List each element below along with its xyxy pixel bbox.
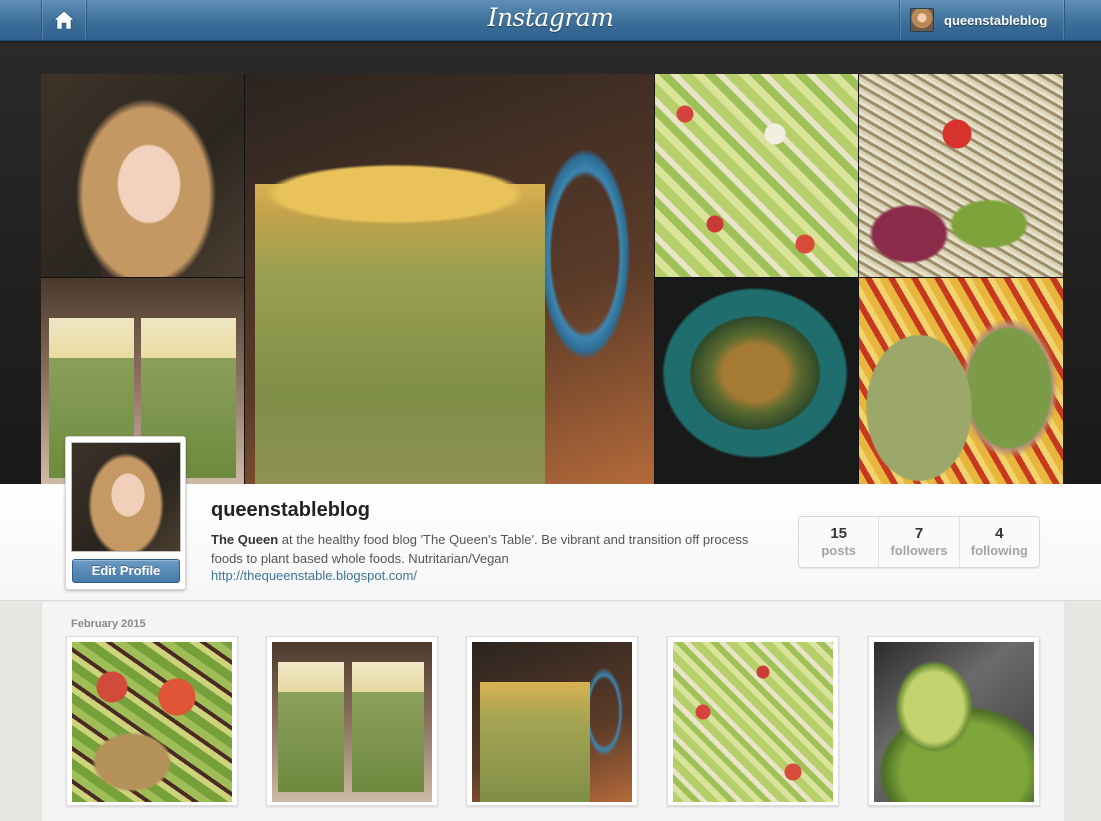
stat-followers[interactable]: 7 followers [878,517,958,567]
collage-photo-portrait[interactable] [41,74,244,277]
user-menu-button[interactable]: queenstableblog [899,0,1065,40]
collage-photo-sprout-salad[interactable] [859,74,1063,277]
header-username: queenstableblog [944,12,1048,28]
feed-photo-quinoa-salad[interactable] [72,642,232,802]
bio-name: The Queen [211,532,279,547]
stat-followers-count: 7 [914,525,924,542]
stat-following-label: following [970,543,1028,558]
stat-following-count: 4 [995,525,1004,542]
profile-bio: The Queen at the healthy food blog 'The … [211,530,771,568]
feed-photo-card[interactable] [266,636,438,806]
profile-stats: 15 posts 7 followers 4 following [798,516,1040,568]
feed-photo-juice-pitcher[interactable] [472,642,632,802]
edit-profile-button[interactable]: Edit Profile [72,559,180,583]
user-avatar-thumbnail [910,8,934,32]
stat-followers-label: followers [890,543,948,558]
feed-photo-card[interactable] [667,636,839,806]
stat-posts-count: 15 [830,525,847,542]
feed-photo-card[interactable] [466,636,638,806]
stat-posts-label: posts [821,543,856,558]
collage-photo-vegetable-soup[interactable] [655,278,858,484]
feed-photo-card[interactable] [66,636,238,806]
collage-photo-juice-pitcher[interactable] [245,74,654,484]
feed-photo-card[interactable] [868,636,1040,806]
feed-photo-chopped-salad[interactable] [673,642,833,802]
stat-posts[interactable]: 15 posts [799,517,878,567]
bio-text: at the healthy food blog 'The Queen's Ta… [211,532,749,566]
feed-month-label: February 2015 [71,618,146,630]
photo-collage [41,74,1063,484]
top-navigation-bar: Instagram queenstableblog [0,0,1101,41]
profile-website-link[interactable]: http://thequeenstable.blogspot.com/ [211,568,417,583]
profile-avatar-card: Edit Profile [65,436,186,590]
profile-username: queenstableblog [211,499,370,521]
feed-photo-guacamole[interactable] [874,642,1034,802]
profile-avatar[interactable] [71,442,181,552]
collage-photo-chopped-salad[interactable] [655,74,858,277]
feed-photo-green-juice[interactable] [272,642,432,802]
collage-photo-avocado-toast[interactable] [859,278,1063,484]
stat-following[interactable]: 4 following [958,517,1039,567]
